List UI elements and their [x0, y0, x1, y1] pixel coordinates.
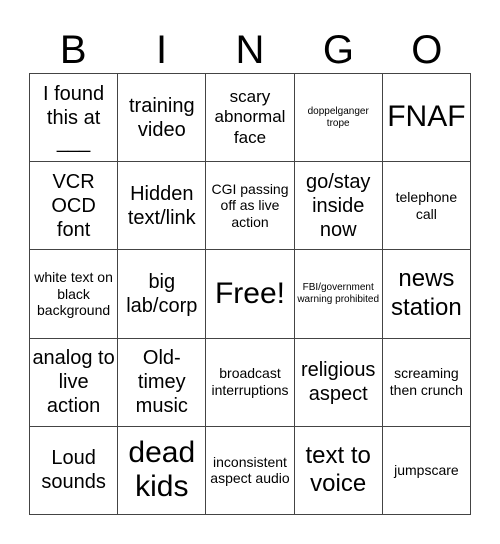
bingo-cell[interactable]: I found this at ___: [30, 74, 119, 163]
bingo-cell[interactable]: inconsistent aspect audio: [206, 426, 295, 515]
bingo-cell[interactable]: white text on black background: [30, 250, 119, 339]
bingo-cell[interactable]: screaming then crunch: [382, 338, 471, 427]
bingo-cell[interactable]: text to voice: [294, 426, 383, 515]
header-letter-i: I: [156, 28, 168, 72]
free-space[interactable]: Free!: [206, 250, 295, 339]
header-letter-o: O: [411, 28, 443, 72]
bingo-cell[interactable]: go/stay inside now: [294, 162, 383, 251]
bingo-cell[interactable]: training video: [118, 74, 207, 163]
bingo-cell[interactable]: jumpscare: [382, 426, 471, 515]
bingo-cell[interactable]: doppelganger trope: [294, 74, 383, 163]
bingo-cell[interactable]: broadcast interruptions: [206, 338, 295, 427]
bingo-cell[interactable]: CGI passing off as live action: [206, 162, 295, 251]
bingo-cell[interactable]: news station: [382, 250, 471, 339]
bingo-cell[interactable]: FNAF: [382, 74, 471, 163]
bingo-board: I found this at ___ training video scary…: [29, 73, 471, 515]
bingo-cell[interactable]: religious aspect: [294, 338, 383, 427]
header-letter-b: B: [59, 28, 87, 72]
bingo-cell[interactable]: Hidden text/link: [118, 162, 207, 251]
bingo-header: B I N G O: [29, 28, 471, 73]
bingo-cell[interactable]: VCR OCD font: [30, 162, 119, 251]
bingo-cell[interactable]: big lab/corp: [118, 250, 207, 339]
bingo-cell[interactable]: Old-timey music: [118, 338, 207, 427]
bingo-cell[interactable]: analog to live action: [30, 338, 119, 427]
bingo-cell[interactable]: dead kids: [118, 426, 207, 515]
header-letter-g: G: [322, 28, 354, 72]
bingo-cell[interactable]: FBI/government warning prohibited: [294, 250, 383, 339]
bingo-cell[interactable]: telephone call: [382, 162, 471, 251]
bingo-cell[interactable]: Loud sounds: [30, 426, 119, 515]
header-letter-n: N: [235, 28, 265, 72]
bingo-cell[interactable]: scary abnormal face: [206, 74, 295, 163]
